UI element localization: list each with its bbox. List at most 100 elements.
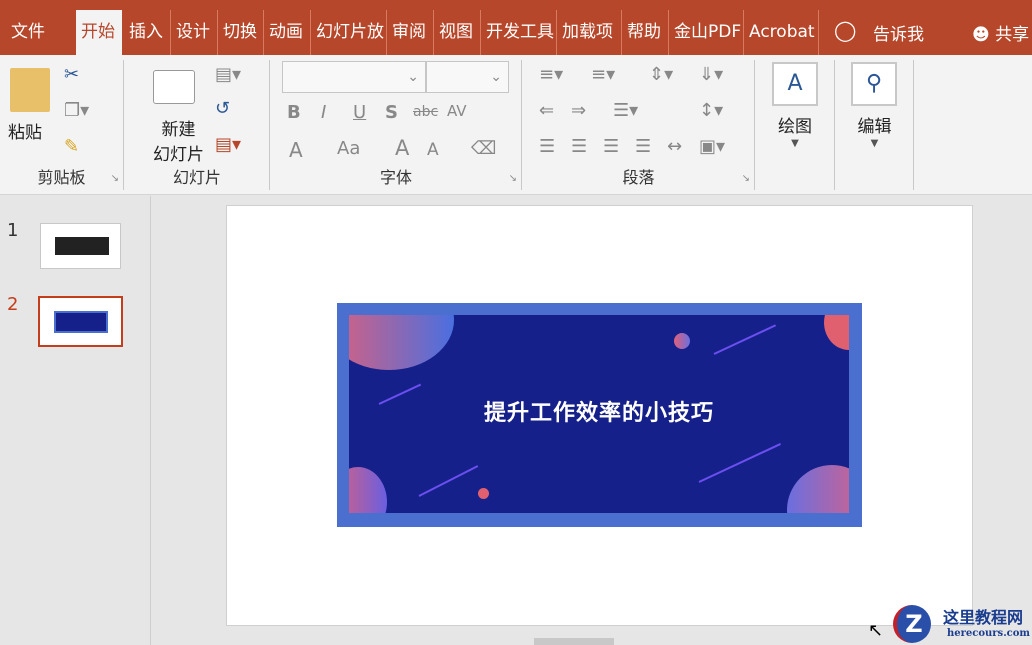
group-font: ⌄ ⌄ B I U S abc AV A Aa A A ⌫ 字体 ↘: [271, 60, 522, 190]
group-slides: 新建 幻灯片 ▤▾ ↺ ▤▾ 幻灯片: [125, 60, 270, 190]
slide-title: 提升工作效率的小技巧: [483, 401, 714, 426]
new-slide-icon: [153, 70, 195, 104]
tab-design[interactable]: 设计: [171, 10, 218, 55]
numbering-icon[interactable]: ≡▾: [591, 64, 615, 85]
dialog-launcher-icon[interactable]: ↘: [509, 173, 517, 184]
lightbulb-icon: ◯: [834, 18, 857, 42]
person-add-icon: ☻: [972, 25, 990, 45]
tab-addins[interactable]: 加载项: [557, 10, 622, 55]
slide-picture[interactable]: 提升工作效率的小技巧: [337, 303, 862, 527]
tab-review[interactable]: 审阅: [387, 10, 434, 55]
new-slide-label-1: 新建: [161, 120, 196, 140]
group-label: 幻灯片: [172, 168, 221, 187]
underline-button[interactable]: U: [353, 102, 366, 123]
tab-home[interactable]: 开始: [76, 10, 122, 55]
font-name-dropdown[interactable]: ⌄: [282, 61, 426, 93]
tab-insert[interactable]: 插入: [124, 10, 171, 55]
decor-dot: [478, 488, 489, 499]
tab-animations[interactable]: 动画: [264, 10, 311, 55]
align-left-icon[interactable]: ☰: [539, 136, 555, 157]
line-spacing-icon[interactable]: ⇕▾: [649, 64, 673, 85]
shapes-icon: A: [772, 62, 818, 106]
align-text-icon[interactable]: ↕▾: [699, 100, 723, 121]
font-color-button[interactable]: A: [289, 138, 303, 162]
format-painter-icon[interactable]: ✎: [64, 136, 79, 157]
align-center-icon[interactable]: ☰: [571, 136, 587, 157]
distributed-icon[interactable]: ↔: [667, 136, 682, 157]
section-icon[interactable]: ▤▾: [215, 134, 241, 155]
ribbon: 粘贴 ✂ ❐▾ ✎ 剪贴板 ↘ 新建 幻灯片 ▤▾ ↺ ▤▾ 幻灯片 ⌄ ⌄ B …: [0, 55, 1032, 195]
strikethrough-button[interactable]: abc: [413, 104, 438, 120]
tell-me-search[interactable]: 告诉我: [873, 20, 924, 45]
character-spacing-button[interactable]: AV: [447, 102, 467, 120]
share-label: 共享: [995, 25, 1030, 45]
copy-icon[interactable]: ❐▾: [64, 100, 89, 121]
group-label: 段落: [622, 168, 655, 187]
tab-file[interactable]: 文件: [6, 10, 50, 55]
layout-icon[interactable]: ▤▾: [215, 64, 241, 85]
editing-button[interactable]: 编辑: [836, 112, 913, 137]
group-label: 字体: [379, 168, 412, 187]
tab-wps-pdf[interactable]: 金山PDF: [669, 10, 744, 55]
watermark-name: 这里教程网: [943, 608, 1024, 627]
group-paragraph: ≡▾ ≡▾ ⇕▾ ⇓▾ ⇐ ⇒ ☰▾ ↕▾ ☰ ☰ ☰ ☰ ↔ ▣▾ 段落 ↘: [523, 60, 755, 190]
shadow-button[interactable]: S: [385, 102, 398, 123]
bold-button[interactable]: B: [287, 102, 301, 123]
tab-help[interactable]: 帮助: [622, 10, 669, 55]
dialog-launcher-icon[interactable]: ↘: [111, 173, 119, 184]
clear-formatting-icon[interactable]: ⌫: [471, 138, 496, 159]
grow-font-button[interactable]: A: [395, 136, 409, 160]
align-right-icon[interactable]: ☰: [603, 136, 619, 157]
watermark-logo: Z 这里教程网 herecours.com: [885, 600, 1032, 645]
group-drawing[interactable]: A 绘图 ▼: [756, 60, 835, 190]
tab-slideshow[interactable]: 幻灯片放: [311, 10, 387, 55]
tab-developer[interactable]: 开发工具: [481, 10, 557, 55]
bullets-icon[interactable]: ≡▾: [539, 64, 563, 85]
slide-thumbnail-2[interactable]: [38, 296, 123, 347]
mouse-cursor-icon: ↖: [868, 620, 884, 641]
drawing-button[interactable]: 绘图: [756, 112, 834, 137]
horizontal-scrollbar[interactable]: [534, 638, 614, 645]
watermark-url: herecours.com: [947, 628, 1031, 639]
decor-circle: [787, 465, 849, 513]
group-label: 剪贴板: [37, 168, 86, 187]
decor-line: [713, 324, 777, 355]
decor-circle: [824, 315, 849, 350]
chevron-down-icon: ▼: [791, 138, 799, 149]
shrink-font-button[interactable]: A: [427, 140, 439, 160]
decor-circle: [349, 315, 454, 370]
slide-thumbnail-1[interactable]: [40, 223, 121, 269]
group-clipboard: 粘贴 ✂ ❐▾ ✎ 剪贴板 ↘: [0, 60, 124, 190]
dialog-launcher-icon[interactable]: ↘: [742, 173, 750, 184]
thumbnail-preview: [55, 237, 109, 255]
ribbon-tab-bar: 文件 开始 插入 设计 切换 动画 幻灯片放 审阅 视图 开发工具 加载项 帮助…: [0, 0, 1032, 55]
smartart-icon[interactable]: ▣▾: [699, 136, 725, 157]
logo-z-icon: Z: [893, 605, 931, 643]
scissors-icon[interactable]: ✂: [64, 64, 79, 85]
reset-icon[interactable]: ↺: [215, 98, 230, 119]
chevron-down-icon: ▼: [870, 138, 879, 149]
font-size-dropdown[interactable]: ⌄: [426, 61, 509, 93]
decor-circle: [349, 467, 387, 513]
change-case-button[interactable]: Aa: [337, 138, 360, 159]
slide-number: 1: [7, 220, 19, 241]
thumbnail-preview: [54, 311, 108, 333]
justify-icon[interactable]: ☰: [635, 136, 651, 157]
share-button[interactable]: ☻ 共享: [972, 20, 1029, 45]
increase-indent-icon[interactable]: ⇒: [571, 100, 586, 121]
slide-background: 提升工作效率的小技巧: [349, 315, 849, 513]
clipboard-paste-icon: [10, 68, 50, 112]
slide-thumbnail-pane: 1 2: [0, 196, 151, 645]
decrease-indent-icon[interactable]: ⇐: [539, 100, 554, 121]
columns-icon[interactable]: ☰▾: [613, 100, 638, 121]
group-editing[interactable]: ⚲ 编辑 ▼: [836, 60, 914, 190]
tab-transitions[interactable]: 切换: [218, 10, 264, 55]
slide-number: 2: [7, 294, 19, 315]
text-direction-icon[interactable]: ⇓▾: [699, 64, 723, 85]
tab-acrobat[interactable]: Acrobat: [744, 10, 819, 55]
italic-button[interactable]: I: [321, 102, 326, 123]
paste-button[interactable]: 粘贴: [8, 118, 42, 143]
new-slide-button[interactable]: 新建 幻灯片: [153, 115, 204, 165]
tab-view[interactable]: 视图: [434, 10, 481, 55]
search-icon: ⚲: [851, 62, 897, 106]
